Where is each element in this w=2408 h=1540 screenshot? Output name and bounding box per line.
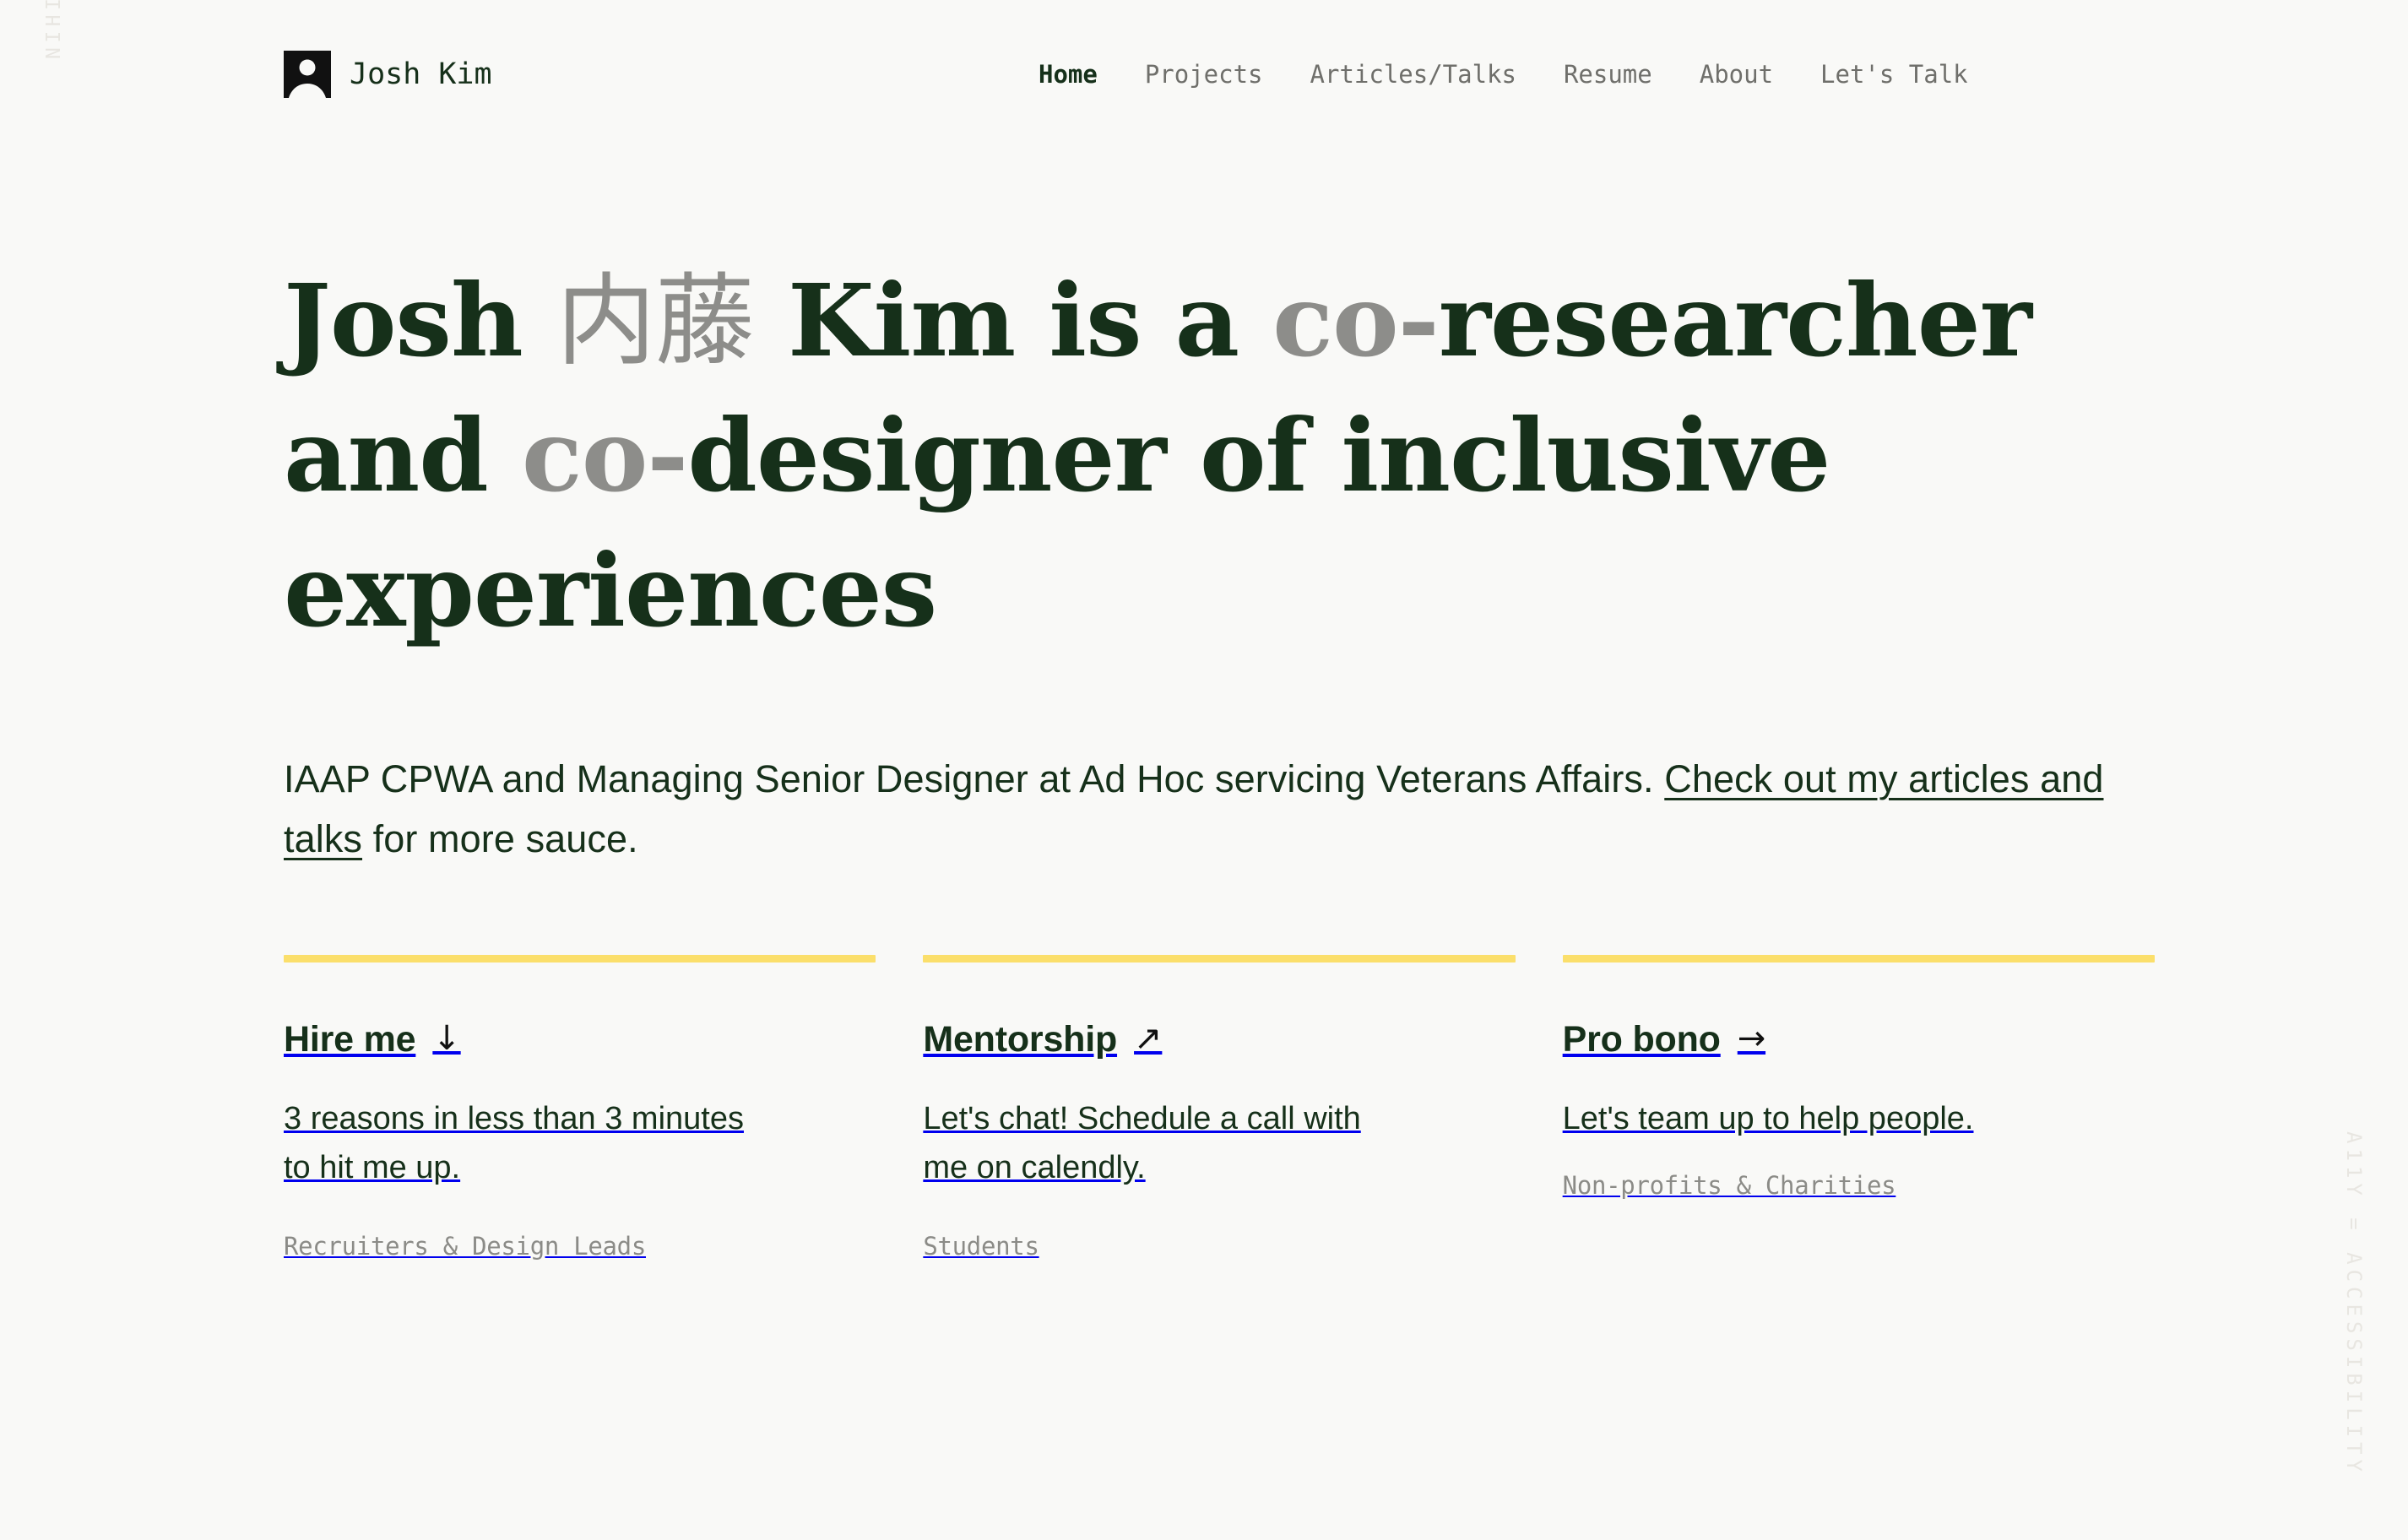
page-title: Josh 内藤 Kim is a co-researcher and co-de… (284, 253, 2082, 658)
title-prefix-co-1: co- (1272, 262, 1440, 379)
nav-item-projects[interactable]: Projects (1121, 62, 1287, 87)
cta-card-mentorship[interactable]: Mentorship ↗ Let's chat! Schedule a call… (923, 955, 1516, 1261)
card-title-pro-bono: Pro bono → (1562, 1018, 2155, 1060)
card-audience: Recruiters & Design Leads (284, 1231, 646, 1261)
card-title-mentorship: Mentorship ↗ (923, 1018, 1515, 1060)
card-accent-rule (284, 955, 876, 963)
arrow-down-icon: ↓ (432, 1018, 461, 1058)
card-title-hire-me: Hire me ↓ (284, 1018, 876, 1060)
title-prefix-co-2: co- (521, 397, 689, 515)
title-part-1: Josh (284, 262, 556, 379)
brand-home-link[interactable]: Josh Kim (284, 51, 492, 98)
hero-lede: IAAP CPWA and Managing Senior Designer a… (284, 749, 2141, 869)
nav-item-home[interactable]: Home (1039, 62, 1121, 87)
site-header: Josh Kim Home Projects Articles/Talks Re… (0, 0, 2408, 169)
title-part-2: Kim is a (753, 262, 1273, 379)
nav-item-resume[interactable]: Resume (1540, 62, 1676, 87)
watermark-right-a11y: A11Y = ACCESSIBILITY (2342, 1131, 2366, 1477)
card-audience: Non-profits & Charities (1562, 1171, 1896, 1201)
card-title-text: Hire me (284, 1019, 416, 1060)
cta-card-hire-me[interactable]: Hire me ↓ 3 reasons in less than 3 minut… (284, 955, 876, 1261)
arrow-right-icon: → (1737, 1018, 1766, 1058)
main-navigation: Home Projects Articles/Talks Resume Abou… (1039, 62, 1992, 87)
card-accent-rule (1562, 955, 2155, 963)
card-accent-rule (923, 955, 1516, 963)
brand-name: Josh Kim (350, 57, 492, 91)
nav-item-lets-talk[interactable]: Let's Talk (1797, 62, 1992, 87)
card-description: 3 reasons in less than 3 minutes to hit … (284, 1101, 744, 1186)
lede-text-before: IAAP CPWA and Managing Senior Designer a… (284, 756, 1665, 800)
card-audience: Students (923, 1231, 1039, 1261)
card-title-text: Pro bono (1562, 1019, 1721, 1060)
main-content: Josh 内藤 Kim is a co-researcher and co-de… (284, 253, 2155, 1261)
nav-item-about[interactable]: About (1676, 62, 1797, 87)
card-title-text: Mentorship (923, 1019, 1118, 1060)
cta-card-pro-bono[interactable]: Pro bono → Let's team up to help people.… (1562, 955, 2155, 1261)
card-description: Let's chat! Schedule a call with me on c… (923, 1101, 1361, 1186)
cta-card-grid: Hire me ↓ 3 reasons in less than 3 minut… (284, 955, 2155, 1261)
title-japanese-name: 内藤 (556, 263, 755, 379)
avatar-icon (284, 51, 331, 98)
arrow-up-right-icon: ↗ (1134, 1018, 1163, 1058)
lede-text-after: for more sauce. (362, 816, 638, 860)
card-description: Let's team up to help people. (1562, 1101, 1974, 1137)
nav-item-articles-talks[interactable]: Articles/Talks (1287, 62, 1540, 87)
